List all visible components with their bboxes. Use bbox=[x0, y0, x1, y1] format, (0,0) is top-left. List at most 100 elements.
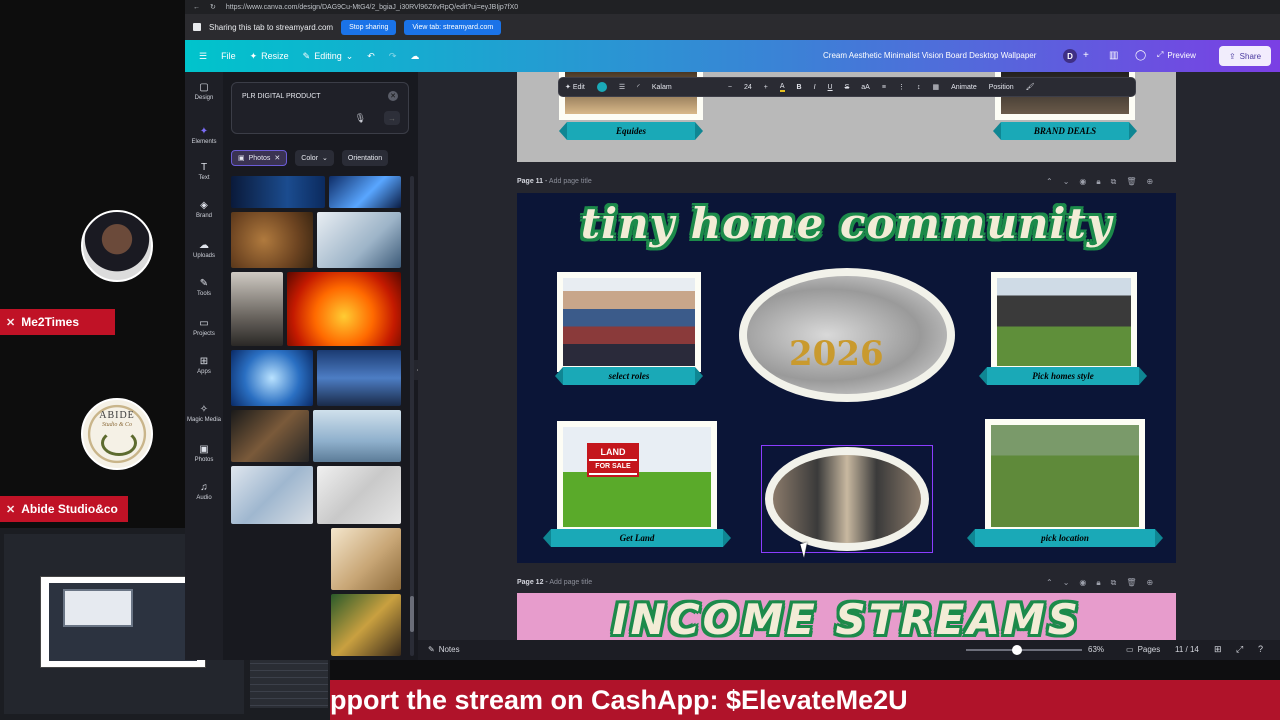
photo-result[interactable] bbox=[231, 466, 313, 524]
add-page-icon[interactable]: ⊕ bbox=[1147, 177, 1154, 187]
italic-button[interactable]: I bbox=[814, 84, 816, 91]
photo-get-land[interactable]: LAND FOR SALE bbox=[557, 421, 717, 533]
photo-result[interactable] bbox=[231, 212, 313, 268]
rail-item-projects[interactable]: ▭ Projects bbox=[185, 318, 223, 337]
rail-item-elements[interactable]: ✦ Elements bbox=[185, 126, 223, 145]
delete-icon[interactable]: 🗑︎ bbox=[1126, 578, 1136, 588]
chevron-down-icon[interactable]: ⌄ bbox=[1063, 177, 1070, 187]
chevron-up-icon[interactable]: ⌃ bbox=[1046, 578, 1053, 588]
align-icon[interactable]: ☰ bbox=[619, 83, 625, 91]
photo-pick-homes-style[interactable] bbox=[991, 272, 1137, 372]
editing-mode-button[interactable]: ✎ Editing ⌄ bbox=[303, 51, 354, 62]
resize-button[interactable]: ✦ Resize bbox=[250, 51, 289, 62]
page-12-title[interactable]: INCOME STREAMS bbox=[517, 595, 1176, 644]
caption-ribbon[interactable]: pick location bbox=[967, 529, 1163, 547]
close-icon[interactable]: ✕ bbox=[274, 154, 280, 162]
stop-sharing-button[interactable]: Stop sharing bbox=[341, 19, 397, 35]
photos-filter-chip[interactable]: ▣ Photos ✕ bbox=[231, 150, 288, 166]
help-icon[interactable]: ? bbox=[1258, 644, 1263, 654]
edit-button[interactable]: ✦ Edit bbox=[565, 83, 585, 91]
search-query[interactable]: PLR DIGITAL PRODUCT bbox=[242, 93, 321, 100]
browser-address-bar[interactable]: ← ↻ https://www.canva.com/design/DAG9Cu-… bbox=[185, 0, 1280, 14]
add-page-title-link[interactable]: Add page title bbox=[549, 579, 592, 586]
rail-item-apps[interactable]: ⊞ Apps bbox=[185, 356, 223, 375]
spacing-icon[interactable]: ↕ bbox=[917, 84, 921, 91]
zoom-level[interactable]: 63% bbox=[1088, 645, 1104, 654]
orientation-filter[interactable]: Orientation bbox=[341, 150, 389, 166]
grid-view-icon[interactable]: ⊞ bbox=[1214, 644, 1222, 655]
photo-result[interactable] bbox=[317, 350, 401, 406]
caption-ribbon[interactable]: BRAND DEALS bbox=[993, 122, 1137, 140]
text-color-swatch[interactable] bbox=[596, 82, 607, 92]
search-input[interactable]: PLR DIGITAL PRODUCT ✕ 🎙 → bbox=[231, 82, 409, 134]
menu-button[interactable]: ☰ bbox=[199, 51, 207, 62]
zoom-slider-handle[interactable] bbox=[1012, 645, 1022, 655]
clear-search-icon[interactable]: ✕ bbox=[388, 91, 398, 101]
undo-button[interactable]: ↶ bbox=[367, 51, 375, 62]
lock-icon[interactable]: 🔒︎ bbox=[1096, 578, 1100, 588]
strikethrough-button[interactable]: S bbox=[845, 84, 850, 91]
add-collaborator-icon[interactable]: + bbox=[1083, 50, 1089, 61]
photo-result[interactable] bbox=[231, 350, 313, 406]
file-menu[interactable]: File bbox=[221, 51, 236, 61]
lock-icon[interactable]: 🔒︎ bbox=[1096, 177, 1100, 187]
photo-result[interactable] bbox=[317, 212, 401, 268]
submit-search-icon[interactable]: → bbox=[384, 111, 400, 125]
font-family-select[interactable]: Kalam bbox=[652, 84, 716, 91]
photo-pick-location[interactable] bbox=[985, 419, 1145, 533]
design-canvas[interactable]: Equides BRAND DEALS Page 11 - Add page t… bbox=[418, 72, 1280, 660]
rail-item-text[interactable]: T Text bbox=[185, 162, 223, 181]
color-filter[interactable]: Color ⌄ bbox=[295, 150, 334, 166]
notes-button[interactable]: ✎ Notes bbox=[428, 645, 460, 654]
duplicate-icon[interactable]: ⧉ bbox=[1111, 177, 1117, 187]
view-tab-button[interactable]: View tab: streamyard.com bbox=[404, 19, 502, 35]
panel-scrollbar[interactable] bbox=[410, 176, 414, 656]
font-size-increase-button[interactable]: + bbox=[764, 84, 768, 91]
reload-icon[interactable]: ↻ bbox=[210, 3, 216, 11]
zoom-slider[interactable] bbox=[966, 649, 1082, 651]
photo-result[interactable] bbox=[231, 176, 325, 208]
add-page-icon[interactable]: ⊕ bbox=[1147, 578, 1154, 588]
page-11-title[interactable]: tiny home community bbox=[517, 199, 1176, 248]
page-11[interactable]: tiny home community select roles 2026 Pi… bbox=[517, 193, 1176, 563]
position-button[interactable]: Position bbox=[989, 84, 1014, 91]
comment-icon[interactable]: ◯ bbox=[1135, 50, 1146, 61]
text-align-icon[interactable]: ≡ bbox=[882, 84, 886, 91]
caption-ribbon[interactable]: Get Land bbox=[543, 529, 731, 547]
add-page-title-link[interactable]: Add page title bbox=[549, 178, 592, 185]
analytics-icon[interactable]: ▥ bbox=[1109, 50, 1118, 61]
rail-item-design[interactable]: ▢ Design bbox=[185, 82, 223, 101]
preview-button[interactable]: ⤢ Preview bbox=[1157, 50, 1196, 60]
letter-case-button[interactable]: aA bbox=[861, 84, 870, 91]
caption-ribbon[interactable]: Equides bbox=[559, 122, 703, 140]
rail-item-audio[interactable]: ♫ Audio bbox=[185, 482, 223, 501]
photo-select-roles[interactable] bbox=[557, 272, 701, 372]
photo-result[interactable] bbox=[287, 272, 401, 346]
rail-item-magic-media[interactable]: ✧ Magic Media bbox=[185, 404, 223, 423]
back-icon[interactable]: ← bbox=[193, 4, 200, 11]
photo-result[interactable] bbox=[317, 466, 401, 524]
photo-result[interactable] bbox=[231, 410, 309, 462]
list-icon[interactable]: ⋮ bbox=[898, 83, 905, 91]
text-color-button[interactable]: A bbox=[779, 83, 785, 92]
caption-ribbon[interactable]: select roles bbox=[555, 367, 703, 385]
caption-ribbon[interactable]: Pick homes style bbox=[979, 367, 1147, 385]
transparency-icon[interactable]: ▦ bbox=[932, 83, 939, 91]
pages-button[interactable]: ▭ Pages bbox=[1126, 645, 1160, 654]
chevron-down-icon[interactable]: ⌄ bbox=[1063, 578, 1070, 588]
url-text[interactable]: https://www.canva.com/design/DAG9Cu-MtG4… bbox=[226, 4, 518, 11]
photo-result[interactable] bbox=[329, 176, 401, 208]
font-size-decrease-button[interactable]: − bbox=[728, 84, 732, 91]
font-size-value[interactable]: 24 bbox=[744, 84, 752, 91]
photo-result[interactable] bbox=[331, 594, 401, 656]
hide-page-icon[interactable]: ◉ bbox=[1079, 578, 1086, 588]
voice-search-icon[interactable]: 🎙 bbox=[355, 113, 366, 124]
photo-result[interactable] bbox=[331, 528, 401, 590]
duplicate-icon[interactable]: ⧉ bbox=[1111, 578, 1117, 588]
animate-button[interactable]: Animate bbox=[951, 84, 977, 91]
paint-format-icon[interactable]: 🖌︎ bbox=[1026, 83, 1035, 91]
user-avatar[interactable]: D bbox=[1063, 49, 1077, 63]
chevron-up-icon[interactable]: ⌃ bbox=[1046, 177, 1053, 187]
delete-icon[interactable]: 🗑︎ bbox=[1126, 177, 1136, 187]
rail-item-tools[interactable]: ✎ Tools bbox=[185, 278, 223, 297]
